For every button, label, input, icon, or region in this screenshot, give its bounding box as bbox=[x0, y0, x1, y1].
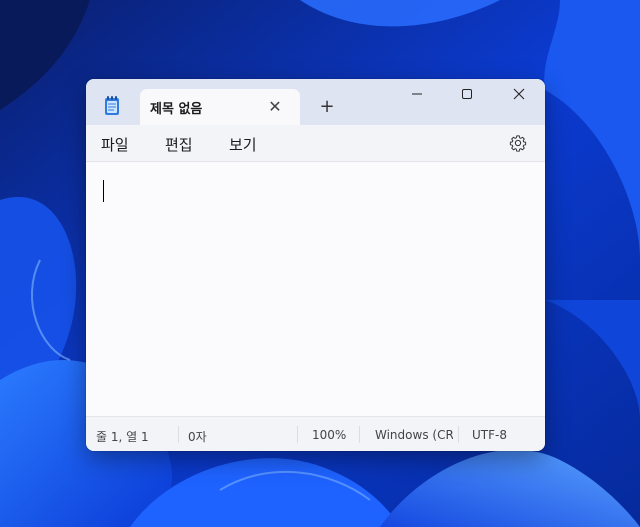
status-line-ending[interactable]: Windows (CRLF) bbox=[375, 428, 453, 442]
status-separator bbox=[297, 426, 298, 443]
menu-edit[interactable]: 편집 bbox=[165, 134, 193, 155]
tab-title: 제목 없음 bbox=[150, 102, 203, 117]
menu-view[interactable]: 보기 bbox=[229, 134, 257, 155]
status-bar: 줄 1, 열 1 0자 100% Windows (CRLF) UTF-8 bbox=[86, 416, 545, 451]
minimize-button[interactable] bbox=[394, 79, 440, 111]
text-editor[interactable] bbox=[86, 162, 545, 416]
close-button[interactable] bbox=[496, 79, 542, 111]
close-icon bbox=[513, 88, 525, 100]
status-separator bbox=[359, 426, 360, 443]
status-zoom[interactable]: 100% bbox=[312, 428, 372, 442]
settings-button[interactable] bbox=[509, 134, 527, 152]
maximize-button[interactable] bbox=[444, 79, 490, 111]
text-caret bbox=[103, 180, 104, 202]
status-separator bbox=[178, 426, 179, 443]
title-bar[interactable]: 제목 없음 ✕ + bbox=[86, 79, 545, 125]
menu-file[interactable]: 파일 bbox=[101, 134, 129, 155]
maximize-icon bbox=[462, 89, 472, 99]
gear-icon bbox=[509, 135, 527, 152]
notepad-icon bbox=[104, 96, 120, 116]
minimize-icon bbox=[412, 93, 422, 95]
new-tab-button[interactable]: + bbox=[312, 95, 342, 119]
status-separator bbox=[458, 426, 459, 443]
status-char-count: 0자 bbox=[188, 430, 207, 444]
tab-close-icon[interactable]: ✕ bbox=[264, 97, 286, 117]
notepad-window: 제목 없음 ✕ + 파일 편집 보기 줄 1, 열 1 0자 100% Wind… bbox=[86, 79, 545, 451]
menu-bar: 파일 편집 보기 bbox=[86, 125, 545, 162]
status-cursor-position: 줄 1, 열 1 bbox=[96, 430, 149, 444]
status-encoding[interactable]: UTF-8 bbox=[472, 428, 532, 442]
tab-untitled[interactable]: 제목 없음 ✕ bbox=[140, 89, 300, 125]
